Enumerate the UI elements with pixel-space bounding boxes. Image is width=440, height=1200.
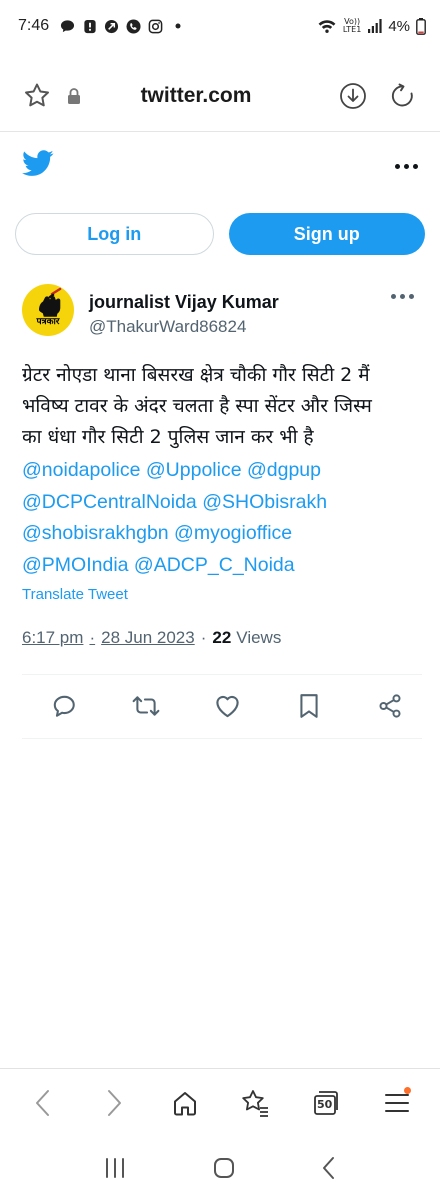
tab-count: 50: [316, 1097, 333, 1111]
status-time: 7:46: [18, 17, 50, 34]
alert-icon: [82, 19, 97, 34]
divider: [22, 674, 422, 675]
url-field[interactable]: twitter.com: [86, 84, 336, 108]
recent-apps-icon[interactable]: [103, 1157, 127, 1184]
tweet-timestamp[interactable]: 6:17 pm · 28 Jun 2023: [22, 628, 195, 648]
signal-icon: [367, 19, 382, 34]
meta-separator: ·: [200, 628, 207, 647]
status-left: 7:46: [18, 17, 185, 35]
shortcut-icon: [104, 19, 119, 34]
tweet-text: ग्रेटर नोएडा थाना बिसरख क्षेत्र चौकी गौर…: [22, 360, 422, 453]
fist-pen-icon: [39, 287, 62, 317]
tweet-text-line: का धंधा गौर सिटी 2 पुलिस जान कर भी है: [22, 426, 314, 448]
like-icon[interactable]: [213, 692, 241, 720]
avatar-text: पत्रकार: [36, 317, 60, 327]
home-icon[interactable]: [165, 1083, 205, 1123]
divider: [22, 738, 422, 739]
login-button[interactable]: Log in: [15, 213, 214, 255]
network-label: Vo)) LTE1: [343, 18, 361, 34]
menu-icon[interactable]: [377, 1083, 417, 1123]
avatar[interactable]: पत्रकार: [22, 284, 74, 336]
battery-percent: 4%: [388, 17, 410, 35]
translate-tweet-link[interactable]: Translate Tweet: [22, 586, 128, 603]
author-info: journalist Vijay Kumar @ThakurWard86824: [89, 284, 279, 344]
browser-toolbar: 50: [0, 1068, 440, 1136]
retweet-icon[interactable]: [132, 692, 160, 720]
tweet-header: पत्रकार journalist Vijay Kumar @ThakurWa…: [22, 284, 422, 344]
mention-line[interactable]: @noidapolice @Uppolice @dgpup: [22, 455, 422, 487]
signup-button[interactable]: Sign up: [228, 213, 425, 255]
meta-separator: ·: [89, 628, 96, 647]
tweet-text-line: भविष्य टावर के अंदर चलता है स्पा सेंटर औ…: [22, 395, 372, 417]
status-right: Vo)) LTE1 4%: [317, 17, 426, 35]
bookmarks-icon[interactable]: [235, 1083, 275, 1123]
mention-line[interactable]: @PMOIndia @ADCP_C_Noida: [22, 550, 422, 582]
bookmark-icon[interactable]: [295, 692, 323, 720]
star-icon[interactable]: [20, 79, 54, 113]
author-name[interactable]: journalist Vijay Kumar: [89, 292, 279, 313]
message-icon: [60, 19, 75, 34]
share-icon[interactable]: [376, 692, 404, 720]
reply-icon[interactable]: [50, 692, 78, 720]
download-icon[interactable]: [336, 79, 370, 113]
tweet-more-icon[interactable]: [391, 294, 414, 299]
tweet-mentions: @noidapolice @Uppolice @dgpup @DCPCentra…: [22, 455, 422, 581]
lte-label: LTE1: [342, 25, 362, 34]
system-back-icon[interactable]: [321, 1156, 337, 1185]
address-bar: twitter.com: [0, 60, 440, 132]
auth-buttons: Log in Sign up: [15, 213, 425, 255]
notification-dot: [403, 1086, 411, 1094]
system-nav-bar: [0, 1140, 440, 1200]
views-label: Views: [236, 628, 282, 647]
status-bar: 7:46 Vo)) LTE1 4%: [0, 0, 440, 52]
forward-icon[interactable]: [94, 1083, 134, 1123]
tweet-date[interactable]: 28 Jun 2023: [101, 628, 195, 647]
back-icon[interactable]: [23, 1083, 63, 1123]
lock-icon: [62, 79, 86, 113]
reload-icon[interactable]: [386, 79, 420, 113]
wifi-icon: [317, 19, 337, 34]
tweet-text-line: ग्रेटर नोएडा थाना बिसरख क्षेत्र चौकी गौर…: [22, 364, 370, 386]
tweet-meta: 6:17 pm · 28 Jun 2023 · 22 Views: [22, 628, 281, 648]
twitter-header: [0, 140, 440, 192]
dot-icon: [170, 19, 185, 34]
instagram-icon: [148, 19, 163, 34]
mention-line[interactable]: @DCPCentralNoida @SHObisrakh: [22, 487, 422, 519]
author-handle[interactable]: @ThakurWard86824: [89, 317, 279, 337]
battery-icon: [416, 17, 426, 35]
more-options-icon[interactable]: [395, 163, 418, 169]
mention-line[interactable]: @shobisrakhgbn @myogioffice: [22, 518, 422, 550]
tweet-time[interactable]: 6:17 pm: [22, 628, 83, 647]
views-count: 22: [212, 628, 232, 647]
system-home-icon[interactable]: [212, 1156, 236, 1185]
tabs-icon[interactable]: 50: [306, 1083, 346, 1123]
phone-icon: [126, 18, 141, 34]
twitter-logo-icon[interactable]: [22, 150, 54, 182]
tweet-actions: [22, 686, 422, 726]
